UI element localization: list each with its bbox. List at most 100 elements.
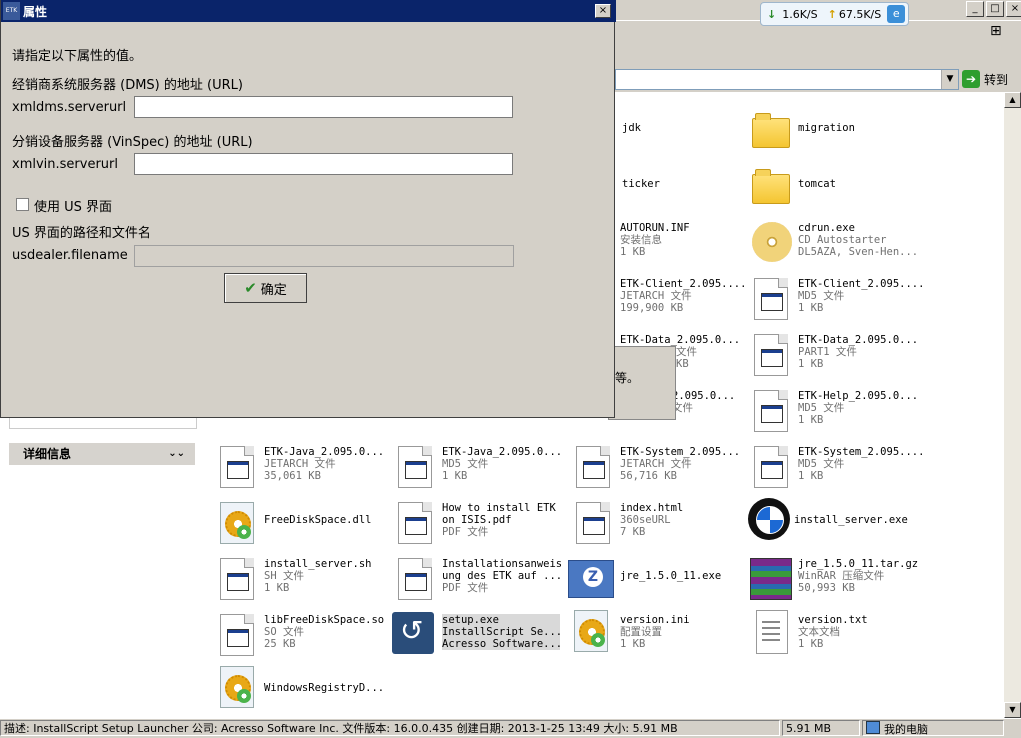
document-icon [398, 446, 432, 488]
bmw-logo-icon [748, 498, 790, 540]
file-name: ticker [622, 178, 660, 190]
maximize-button[interactable]: □ [986, 1, 1004, 17]
dms-url-input[interactable] [134, 96, 513, 118]
dialog-title: 属性 [23, 5, 48, 19]
text-document-icon [756, 610, 788, 654]
file-item[interactable]: ETK-System_2.095.... MD5 文件 1 KB [750, 444, 928, 494]
details-label: 详细信息 [23, 447, 72, 461]
upload-speed: 67.5K/S [838, 7, 882, 21]
file-type: PART1 文件 [798, 346, 857, 358]
file-size: 1 KB [620, 246, 646, 258]
network-meter: ↓ 1.6K/S ↑ 67.5K/S e [760, 2, 909, 26]
file-item-selected[interactable]: setup.exe InstallScript Se... Acresso So… [392, 612, 570, 662]
scroll-down-button[interactable]: ▼ [1004, 702, 1021, 718]
file-item[interactable]: Z jre_1.5.0_11.exe [568, 556, 746, 606]
file-item[interactable]: ETK-Java_2.095.0... JETARCH 文件 35,061 KB [216, 444, 394, 494]
file-type: MD5 文件 [798, 458, 845, 470]
network-app-icon[interactable]: e [887, 5, 906, 23]
file-item[interactable]: migration [750, 108, 928, 158]
file-name: WindowsRegistryD... [264, 682, 385, 694]
file-name: ETK-System_2.095... [620, 446, 741, 458]
file-item[interactable]: jre_1.5.0_11.tar.gz WinRAR 压缩文件 50,993 K… [748, 556, 926, 606]
file-type: CD Autostarter [798, 234, 887, 246]
file-name: setup.exe [442, 614, 499, 626]
file-type: 文件 [672, 402, 693, 414]
file-type: MD5 文件 [798, 402, 845, 414]
us-filename-input [134, 245, 514, 267]
document-icon [576, 446, 610, 488]
background-dialog-text: 等。 [615, 371, 640, 385]
file-name: Installationsanweis [442, 558, 563, 570]
winrar-archive-icon [750, 558, 792, 600]
file-item[interactable]: WindowsRegistryD... [216, 664, 394, 714]
file-name: tomcat [798, 178, 836, 190]
setup-icon [392, 612, 434, 654]
file-size: 25 KB [264, 638, 296, 650]
file-item[interactable]: ETK-Data_2.095.0... PART1 文件 1 KB [750, 332, 928, 382]
file-name: version.txt [798, 614, 868, 626]
document-icon [220, 558, 254, 600]
vertical-scrollbar[interactable]: ▲ ▼ [1004, 92, 1021, 718]
address-dropdown-button[interactable]: ▼ [941, 70, 958, 89]
file-type: SH 文件 [264, 570, 304, 582]
file-type: 安装信息 [620, 234, 662, 246]
file-name: ETK-Data_2.095.0... [798, 334, 919, 346]
status-location-label: 我的电脑 [884, 723, 928, 736]
scroll-up-button[interactable]: ▲ [1004, 92, 1021, 108]
file-size: 7 KB [620, 526, 646, 538]
file-name: FreeDiskSpace.dll [264, 514, 372, 526]
vin-url-input[interactable] [134, 153, 513, 175]
file-item[interactable]: Installationsanweis ung des ETK auf ... … [394, 556, 572, 606]
file-item[interactable]: ETK-Client_2.095.... MD5 文件 1 KB [750, 276, 928, 326]
file-item[interactable]: version.ini 配置设置 1 KB [570, 608, 748, 658]
file-item[interactable]: install_server.exe [746, 496, 924, 546]
use-us-interface-checkbox[interactable] [16, 198, 29, 211]
document-icon [398, 558, 432, 600]
file-name: AUTORUN.INF [620, 222, 690, 234]
dialog-close-button[interactable]: × [595, 4, 611, 18]
file-name: install_server.exe [794, 514, 908, 526]
file-item[interactable]: How to install ETK on ISIS.pdf PDF 文件 [394, 500, 572, 550]
file-item[interactable]: ETK-Help_2.095.0... MD5 文件 1 KB [750, 388, 928, 438]
file-item[interactable]: cdrun.exe CD Autostarter DL5AZA, Sven-He… [750, 220, 928, 270]
file-name: ETK-System_2.095.... [798, 446, 925, 458]
file-item[interactable]: ETK-Java_2.095.0... MD5 文件 1 KB [394, 444, 572, 494]
download-speed: 1.6K/S [782, 7, 818, 21]
go-arrow-icon: ➔ [962, 70, 980, 88]
upload-arrow-icon: ↑ [827, 7, 837, 21]
file-size: 1 KB [798, 638, 824, 650]
folder-icon [752, 169, 790, 204]
dialog-intro: 请指定以下属性的值。 [12, 49, 143, 64]
minimize-button[interactable]: _ [966, 1, 984, 17]
file-item[interactable]: FreeDiskSpace.dll [216, 500, 394, 550]
file-name: jdk [622, 122, 641, 134]
details-section-header[interactable]: 详细信息 ⌄⌄ [9, 443, 195, 465]
dialog-titlebar[interactable]: ETK 属性 × [1, 0, 616, 22]
file-name: 2.095.0... [672, 390, 736, 402]
close-window-button[interactable]: × [1006, 1, 1021, 17]
window-controls: _ □ × [966, 1, 1021, 17]
us-key-label: usdealer.filename [12, 248, 128, 263]
use-us-interface-label: 使用 US 界面 [34, 200, 113, 215]
file-name: libFreeDiskSpace.so [264, 614, 385, 626]
file-size: 50,993 KB [798, 582, 855, 594]
file-name: ETK-Client_2.095.... [798, 278, 925, 290]
config-gear-icon [574, 610, 608, 652]
ok-button[interactable]: ✔ 确定 [224, 273, 307, 303]
file-name: ETK-Java_2.095.0... [264, 446, 385, 458]
dms-section-label: 经销商系统服务器 (DMS) 的地址 (URL) [12, 78, 243, 93]
file-size: Acresso Software... [442, 638, 560, 650]
document-icon [754, 390, 788, 432]
go-button[interactable]: ➔ 转到 [962, 69, 1008, 89]
file-item[interactable]: install_server.sh SH 文件 1 KB [216, 556, 394, 606]
file-item[interactable]: version.txt 文本文档 1 KB [750, 608, 928, 658]
file-size: 1 KB [798, 470, 824, 482]
address-bar[interactable]: ▼ [615, 69, 959, 90]
file-item[interactable]: libFreeDiskSpace.so SO 文件 25 KB [216, 612, 394, 662]
gear-dll-icon [220, 666, 254, 708]
file-item[interactable]: ETK-System_2.095... JETARCH 文件 56,716 KB [572, 444, 750, 494]
file-item[interactable]: index.html 360seURL 7 KB [572, 500, 750, 550]
document-icon [754, 278, 788, 320]
file-item[interactable]: tomcat [750, 164, 928, 214]
file-name: index.html [620, 502, 684, 514]
